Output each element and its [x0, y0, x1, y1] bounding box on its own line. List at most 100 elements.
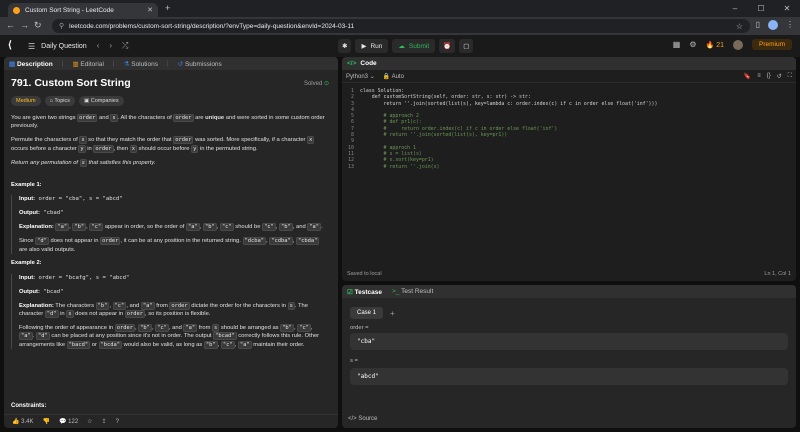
tab-description[interactable]: ▤ Description	[9, 60, 53, 68]
topics-chip[interactable]: ⌂ Topics	[44, 96, 76, 106]
leetcode-favicon-icon	[13, 6, 20, 14]
braces-icon[interactable]: {}	[767, 73, 771, 80]
description-icon: ▤	[9, 60, 16, 68]
run-button[interactable]: ▶ Run	[355, 39, 389, 53]
code-line[interactable]: 13 # return ''.join(s)	[342, 164, 796, 170]
back-icon[interactable]: ←	[6, 20, 15, 30]
like-button[interactable]: 👍 3.4K	[12, 418, 34, 425]
reload-icon[interactable]: ↻	[34, 20, 42, 31]
add-case-icon[interactable]: +	[390, 309, 395, 318]
leetcode-header: ⟨ ☰ Daily Question ‹ › ⤮ ✱ ▶ Run ☁ Submi…	[0, 35, 800, 57]
tab-divider: |	[61, 60, 64, 67]
tab-solutions[interactable]: ⚗ Solutions	[124, 60, 158, 68]
maximize-icon[interactable]: ☐	[748, 0, 774, 17]
code-tab[interactable]: </> Code	[342, 57, 796, 70]
code-text[interactable]: return ''.join(sorted(list(s), key=lambd…	[360, 101, 658, 107]
bookmark-star-icon[interactable]: ☆	[736, 22, 743, 31]
code-tab-label: Code	[360, 60, 377, 67]
fullscreen-icon[interactable]: ⛶	[788, 73, 792, 80]
close-tab-icon[interactable]: ✕	[147, 6, 153, 14]
lock-icon: ▣	[84, 98, 90, 104]
share-icon[interactable]: ⇪	[102, 418, 107, 425]
saved-status: Saved to local	[347, 271, 382, 277]
problem-list-icon[interactable]: ☰	[28, 42, 35, 51]
minimize-icon[interactable]: –	[722, 0, 748, 17]
note-icon: ▢	[463, 43, 470, 50]
bug-icon: ✱	[342, 43, 348, 50]
format-icon[interactable]: ≡	[757, 73, 761, 80]
site-info-icon[interactable]: ⚲	[59, 22, 64, 30]
play-icon: ▶	[361, 43, 367, 50]
terminal-icon: >_	[391, 288, 400, 295]
like-count: 3.4K	[21, 419, 34, 425]
streak-count: 21	[716, 41, 724, 49]
debug-button[interactable]: ✱	[338, 39, 352, 53]
tab-testcase-label: Testcase	[354, 288, 382, 296]
browser-tab-title: Custom Sort String - LeetCode	[25, 6, 114, 14]
new-tab-icon[interactable]: +	[165, 3, 170, 13]
tab-submissions[interactable]: ↺ Submissions	[178, 60, 222, 68]
url-text[interactable]: leetcode.com/problems/custom-sort-string…	[69, 23, 736, 30]
tab-submissions-label: Submissions	[184, 60, 222, 68]
notes-button[interactable]: ▢	[459, 39, 474, 53]
tag-icon: ⌂	[49, 98, 53, 104]
address-bar[interactable]: ⚲ leetcode.com/problems/custom-sort-stri…	[52, 19, 750, 33]
settings-icon[interactable]: ⚙	[689, 40, 696, 49]
language-select[interactable]: Python3 ⌄	[346, 73, 375, 80]
avatar[interactable]	[732, 39, 743, 50]
browser-menu-icon[interactable]: ⋮	[786, 20, 794, 30]
star-icon[interactable]: ☆	[87, 418, 92, 425]
tab-test-result[interactable]: >_ Test Result	[392, 288, 433, 295]
tab-test-result-label: Test Result	[401, 288, 434, 295]
line-number: 13	[348, 163, 354, 170]
premium-button[interactable]: Premium	[751, 39, 792, 50]
lock-icon: 🔒	[382, 73, 391, 80]
close-window-icon[interactable]: ✕	[774, 0, 800, 17]
streak-counter[interactable]: 🔥 21	[706, 41, 724, 49]
problem-body: 791. Custom Sort String Solved ⊙ Medium …	[11, 77, 329, 355]
submit-button[interactable]: ☁ Submit	[392, 39, 436, 53]
example-explanation: Explanation: "a", "b", "c" appear in ord…	[19, 223, 323, 232]
profile-avatar[interactable]	[768, 20, 778, 30]
code-text[interactable]: # return ''.join(sorted(list(s), key=pr1…	[360, 132, 508, 138]
sidepanel-icon[interactable]: ▯	[756, 20, 760, 30]
example-explanation: Explanation: The characters "b", "c", an…	[19, 301, 308, 319]
constraints-heading: Constraints:	[11, 403, 47, 409]
tab-description-label: Description	[16, 60, 53, 68]
language-label: Python3	[346, 73, 369, 80]
timer-button[interactable]: ⏰	[439, 39, 456, 53]
comment-icon: 💬	[58, 419, 67, 425]
prev-problem-icon[interactable]: ‹	[97, 41, 100, 51]
difficulty-badge: Medium	[11, 96, 41, 106]
case-1-button[interactable]: Case 1	[350, 307, 384, 319]
shuffle-icon[interactable]: ⤮	[122, 41, 128, 51]
comments-button[interactable]: 💬 122	[59, 418, 78, 425]
reset-icon[interactable]: ↺	[777, 73, 782, 80]
s-input[interactable]: "abcd"	[350, 368, 788, 385]
forward-icon[interactable]: →	[20, 20, 29, 30]
code-icon: </>	[348, 416, 357, 422]
example-input: Input: order = "cba", s = "abcd"	[19, 196, 123, 203]
autocomplete-toggle[interactable]: 🔒 Auto	[383, 73, 404, 80]
daily-question-link[interactable]: Daily Question	[41, 43, 87, 50]
source-button[interactable]: </> Source	[348, 416, 377, 422]
checkbox-icon: ☑	[347, 288, 353, 296]
example-output: Output: "cbad"	[19, 210, 64, 217]
code-text[interactable]: # return ''.join(s)	[360, 164, 440, 170]
layout-icon[interactable]: ▦	[673, 40, 681, 49]
leetcode-logo-icon[interactable]: ⟨	[8, 40, 18, 52]
order-input[interactable]: "cba"	[350, 333, 788, 350]
browser-tab[interactable]: Custom Sort String - LeetCode ✕	[8, 3, 158, 17]
tab-editorial[interactable]: ▥ Editorial	[72, 60, 103, 68]
help-icon[interactable]: ?	[116, 419, 119, 425]
dislike-icon[interactable]: 👎	[43, 418, 50, 425]
companies-chip[interactable]: ▣ Companies	[79, 96, 124, 106]
editorial-icon: ▥	[72, 60, 79, 68]
bookmark-icon[interactable]: 🔖	[744, 73, 751, 80]
tab-testcase[interactable]: ☑ Testcase	[347, 288, 382, 296]
tab-divider: |	[112, 60, 115, 67]
code-editor[interactable]: 1 class Solution: 2 def customSortString(s…	[342, 88, 796, 170]
next-problem-icon[interactable]: ›	[109, 41, 112, 51]
problem-title[interactable]: 791. Custom Sort String	[11, 77, 329, 89]
desc-paragraph: You are given two strings order and s. A…	[11, 114, 325, 130]
